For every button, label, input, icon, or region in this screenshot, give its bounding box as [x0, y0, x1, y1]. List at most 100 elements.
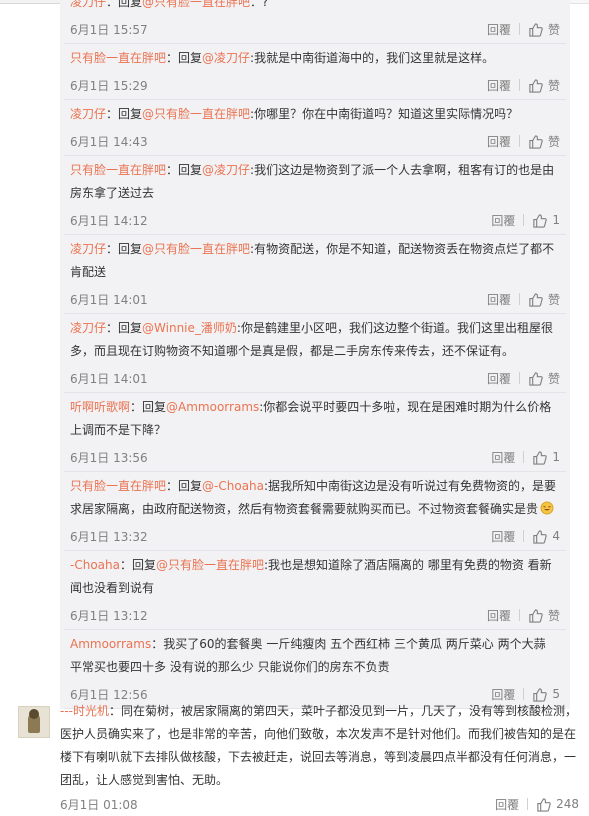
comment-actions: 回覆 248: [495, 795, 579, 813]
reply-date: 6月1日 15:57: [70, 23, 148, 37]
reply-mention[interactable]: @凌刀仔: [202, 163, 250, 177]
like-count: 赞: [547, 371, 560, 386]
reply-text: 只有脸一直在胖吧：回复@凌刀仔:我们这边是物资到了派一个人去拿啊，租客有订的也是…: [70, 159, 560, 205]
reply-author[interactable]: 听啊听歌啊: [70, 400, 130, 414]
like-button[interactable]: 248: [536, 797, 579, 812]
reply-author[interactable]: -Choaha: [70, 558, 120, 572]
reply-author[interactable]: 凌刀仔: [70, 0, 106, 9]
reply-date: 6月1日 13:56: [70, 451, 148, 465]
avatar[interactable]: [18, 706, 50, 738]
action-divider: [518, 79, 520, 91]
laughing-emoji-icon: [540, 501, 554, 515]
like-button[interactable]: 赞: [528, 607, 560, 624]
reply-button[interactable]: 回覆: [487, 370, 511, 387]
reply-actions: 回覆 赞: [487, 606, 560, 624]
reply-item: 凌刀仔：回复@Winnie_潘师奶:你是鹤建里小区吧，我们这边整个街道。我们这里…: [64, 314, 566, 393]
reply-text: 只有脸一直在胖吧：回复@凌刀仔:我就是中南街道海中的，我们这里就是这样。: [70, 47, 560, 70]
reply-item: 听啊听歌啊：回复@Ammoorrams:你都会说平时要四十多啦，现在是困难时期为…: [64, 393, 566, 472]
reply-button[interactable]: 回覆: [495, 796, 519, 813]
reply-button[interactable]: 回覆: [487, 291, 511, 308]
reply-author[interactable]: Ammoorrams: [70, 637, 151, 651]
reply-date: 6月1日 15:29: [70, 79, 148, 93]
action-divider: [518, 23, 520, 35]
thumbs-up-icon: [533, 529, 548, 544]
reply-button[interactable]: 回覆: [487, 607, 511, 624]
reply-button[interactable]: 回覆: [491, 212, 515, 229]
like-count: 4: [552, 529, 560, 543]
thumbs-up-icon: [537, 797, 551, 812]
reply-mention[interactable]: @只有脸一直在胖吧: [142, 107, 250, 121]
reply-text: 凌刀仔：回复@只有脸一直在胖吧:你哪里？你在中南街道吗？知道这里实际情况吗？: [70, 103, 560, 126]
like-count: 1: [552, 450, 560, 464]
reply-mention[interactable]: @只有脸一直在胖吧: [142, 0, 250, 9]
reply-actions: 回覆 赞: [487, 290, 560, 308]
reply-text: 只有脸一直在胖吧：回复@-Choaha:据我所知中南街这边是没有听说过有免费物资…: [70, 475, 560, 521]
comment-text: ---时光机：同在菊树，被居家隔离的第四天，菜叶子都没见到一片，几天了，没有等到…: [60, 700, 580, 792]
reply-button[interactable]: 回覆: [487, 133, 511, 150]
action-divider: [518, 609, 520, 621]
thumbs-up-icon: [529, 371, 543, 386]
reply-date: 6月1日 14:01: [70, 372, 148, 386]
like-count: 赞: [547, 292, 560, 307]
reply-author[interactable]: 凌刀仔: [70, 321, 106, 335]
reply-text: 凌刀仔：回复@只有脸一直在胖吧:有物资配送，你是不知道，配送物资丢在物资点烂了都…: [70, 238, 560, 284]
thumbs-up-icon: [529, 608, 543, 623]
reply-author[interactable]: 凌刀仔: [70, 107, 106, 121]
reply-item: 凌刀仔：回复@只有脸一直在胖吧:有物资配送，你是不知道，配送物资丢在物资点烂了都…: [64, 235, 566, 314]
reply-button[interactable]: 回覆: [487, 77, 511, 94]
comment-author[interactable]: ---时光机: [60, 704, 109, 718]
like-button[interactable]: 赞: [528, 370, 560, 387]
thumbs-up-icon: [529, 134, 543, 149]
reply-mention[interactable]: @Ammoorrams: [166, 400, 259, 414]
like-button[interactable]: 1: [532, 450, 560, 465]
like-button[interactable]: 赞: [528, 77, 560, 94]
reply-actions: 回覆 赞: [487, 76, 560, 94]
reply-author[interactable]: 凌刀仔: [70, 242, 106, 256]
reply-meta: 6月1日 13:12 回覆 赞: [70, 600, 560, 629]
like-button[interactable]: 赞: [528, 21, 560, 38]
reply-author[interactable]: 只有脸一直在胖吧: [70, 479, 166, 493]
thumbs-up-icon: [533, 450, 548, 465]
reply-thread: 凌刀仔：回复@只有脸一直在胖吧：? 6月1日 15:57 回覆赞只有脸一直在胖吧：回…: [60, 0, 570, 709]
thumbs-up-icon: [533, 213, 548, 228]
action-divider: [518, 135, 520, 147]
reply-button[interactable]: 回覆: [491, 528, 515, 545]
reply-mention[interactable]: @只有脸一直在胖吧: [156, 558, 264, 572]
reply-prefix: ：回复: [166, 51, 203, 65]
reply-date: 6月1日 14:01: [70, 293, 148, 307]
like-button[interactable]: 1: [532, 213, 560, 228]
like-count: 248: [556, 797, 579, 811]
like-button[interactable]: 赞: [528, 291, 560, 308]
like-count: 赞: [547, 134, 560, 149]
reply-meta: 6月1日 14:01 回覆 赞: [70, 363, 560, 392]
reply-prefix: ：回复: [106, 321, 143, 335]
reply-text: -Choaha：回复@只有脸一直在胖吧:我也是想知道除了酒店隔离的 哪里有免费的…: [70, 554, 560, 600]
like-button[interactable]: 赞: [528, 133, 560, 150]
reply-mention[interactable]: @只有脸一直在胖吧: [142, 242, 250, 256]
reply-prefix: ：回复: [119, 558, 156, 572]
reply-mention[interactable]: @凌刀仔: [202, 51, 250, 65]
reply-prefix: ：回复: [166, 479, 203, 493]
reply-text: 凌刀仔：回复@Winnie_潘师奶:你是鹤建里小区吧，我们这边整个街道。我们这里…: [70, 317, 560, 363]
reply-mention[interactable]: @-Choaha: [202, 479, 264, 493]
reply-body: ：?: [250, 0, 269, 9]
reply-item: -Choaha：回复@只有脸一直在胖吧:我也是想知道除了酒店隔离的 哪里有免费的…: [64, 551, 566, 630]
reply-button[interactable]: 回覆: [487, 21, 511, 38]
reply-prefix: ：回复: [106, 107, 143, 121]
reply-mention[interactable]: @Winnie_潘师奶: [142, 321, 237, 335]
reply-button[interactable]: 回覆: [491, 449, 515, 466]
reply-date: 6月1日 13:32: [70, 530, 148, 544]
reply-text: Ammoorrams：我买了60的套餐奥 一斤纯瘦肉 五个西红柿 三个黄瓜 两斤…: [70, 633, 560, 679]
reply-actions: 回覆 赞: [487, 132, 560, 150]
reply-author[interactable]: 只有脸一直在胖吧: [70, 51, 166, 65]
like-button[interactable]: 4: [532, 529, 560, 544]
reply-item: 凌刀仔：回复@只有脸一直在胖吧:你哪里？你在中南街道吗？知道这里实际情况吗？ 6月…: [64, 100, 566, 156]
action-divider: [518, 293, 520, 305]
reply-prefix: ：回复: [106, 0, 143, 9]
reply-meta: 6月1日 13:32 回覆 4: [70, 521, 560, 550]
comment: ---时光机：同在菊树，被居家隔离的第四天，菜叶子都没见到一片，几天了，没有等到…: [0, 690, 589, 816]
reply-text: 听啊听歌啊：回复@Ammoorrams:你都会说平时要四十多啦，现在是困难时期为…: [70, 396, 560, 442]
reply-author[interactable]: 只有脸一直在胖吧: [70, 163, 166, 177]
thumbs-up-icon: [529, 292, 543, 307]
reply-prefix: ：回复: [130, 400, 167, 414]
